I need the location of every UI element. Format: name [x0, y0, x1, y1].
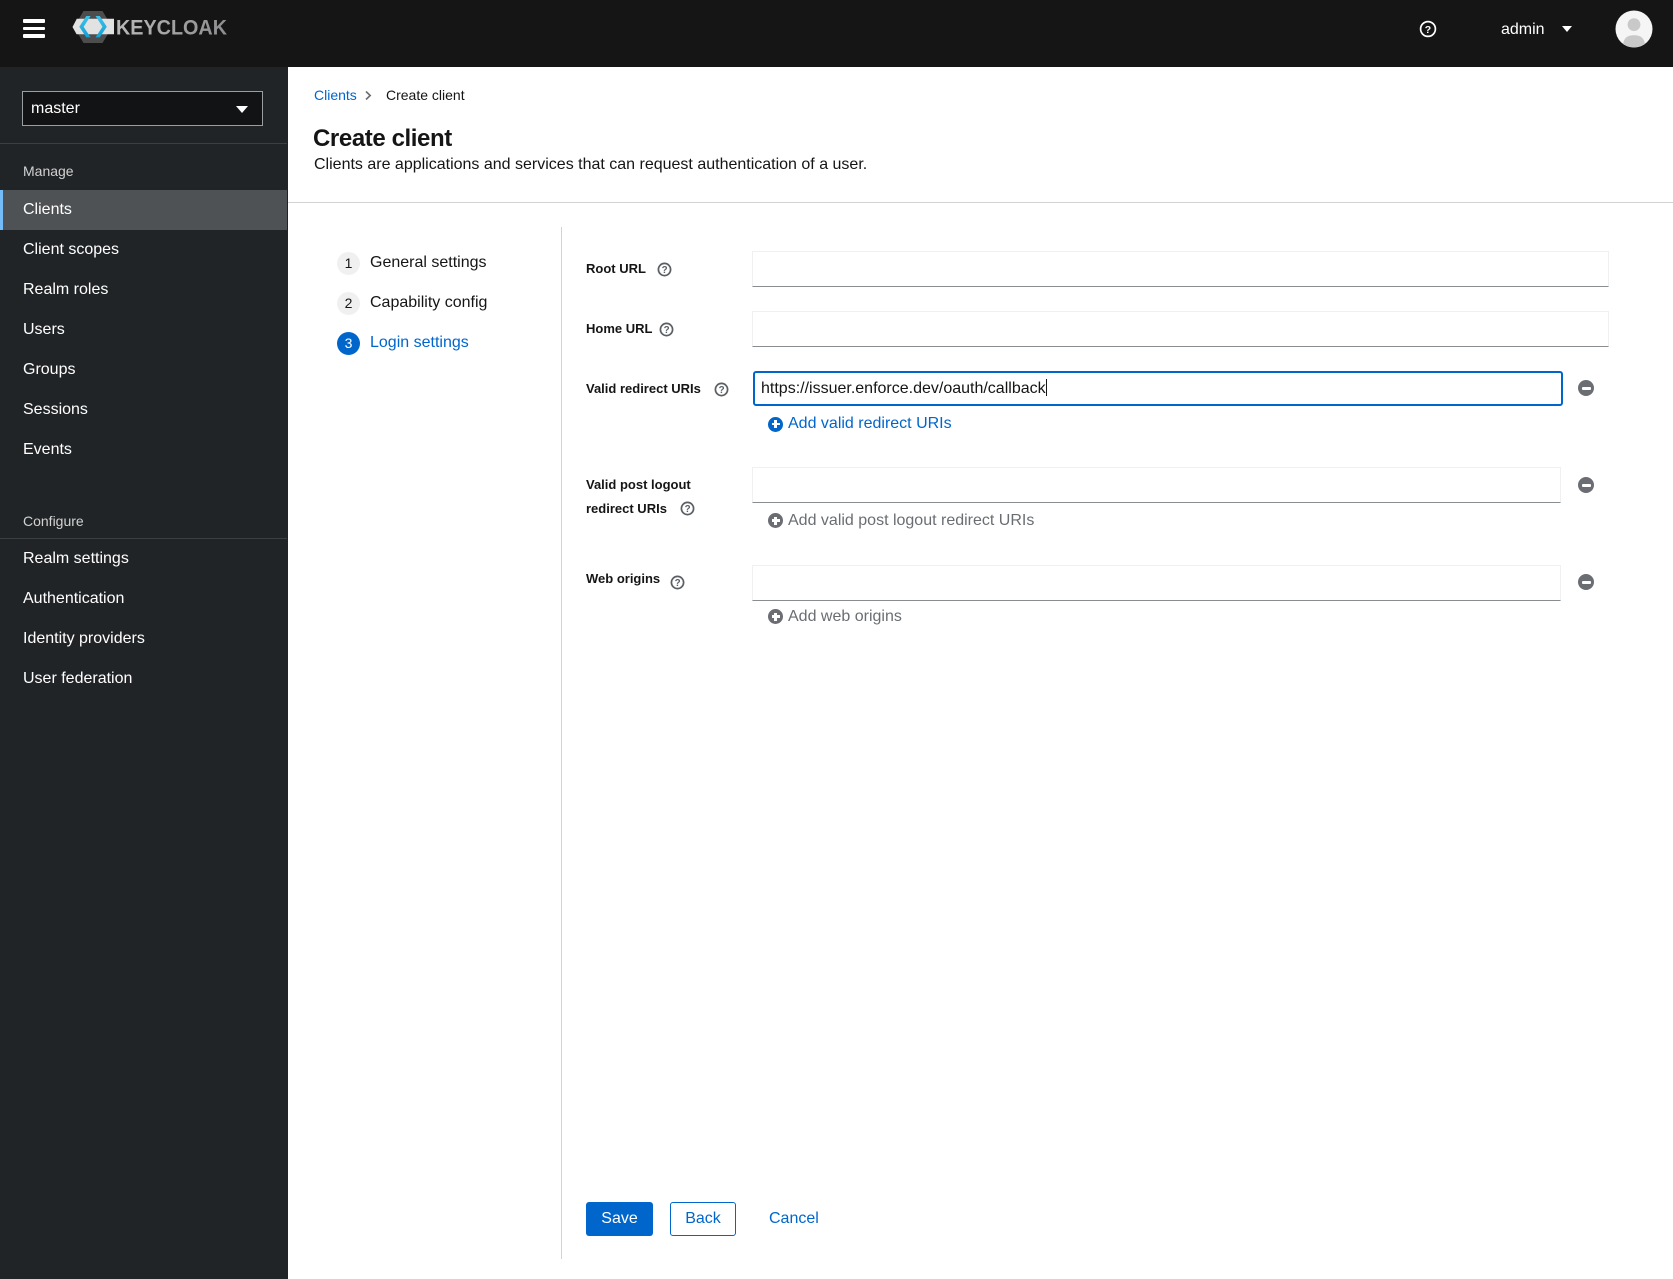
- svg-text:KEYCLOAK: KEYCLOAK: [116, 16, 227, 40]
- svg-text:?: ?: [661, 265, 667, 276]
- svg-text:?: ?: [684, 504, 690, 515]
- svg-text:?: ?: [674, 578, 680, 589]
- svg-text:?: ?: [664, 325, 670, 336]
- svg-text:?: ?: [1425, 24, 1431, 36]
- svg-text:?: ?: [718, 385, 724, 396]
